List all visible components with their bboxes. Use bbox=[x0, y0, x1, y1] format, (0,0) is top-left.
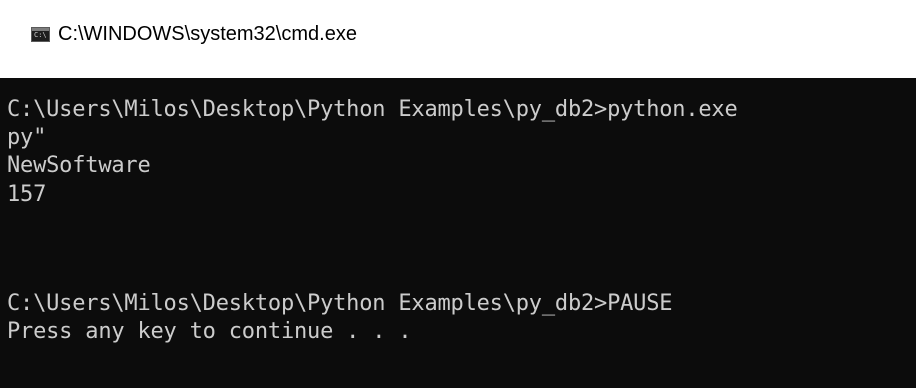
console-line: py" bbox=[7, 125, 47, 150]
icon-glyph: C:\ bbox=[34, 31, 47, 39]
cmd-console-icon[interactable]: C:\ bbox=[31, 27, 50, 42]
console-line: 157 bbox=[7, 182, 47, 207]
console-line: C:\Users\Milos\Desktop\Python Examples\p… bbox=[7, 97, 738, 122]
console-output[interactable]: C:\Users\Milos\Desktop\Python Examples\p… bbox=[0, 78, 916, 388]
title-bar[interactable]: C:\ C:\WINDOWS\system32\cmd.exe bbox=[0, 0, 916, 78]
console-line: Press any key to continue . . . bbox=[7, 319, 412, 344]
window-title: C:\WINDOWS\system32\cmd.exe bbox=[58, 23, 357, 45]
console-line: NewSoftware bbox=[7, 153, 151, 178]
console-line: C:\Users\Milos\Desktop\Python Examples\p… bbox=[7, 291, 673, 316]
cmd-window: C:\ C:\WINDOWS\system32\cmd.exe C:\Users… bbox=[0, 0, 916, 388]
